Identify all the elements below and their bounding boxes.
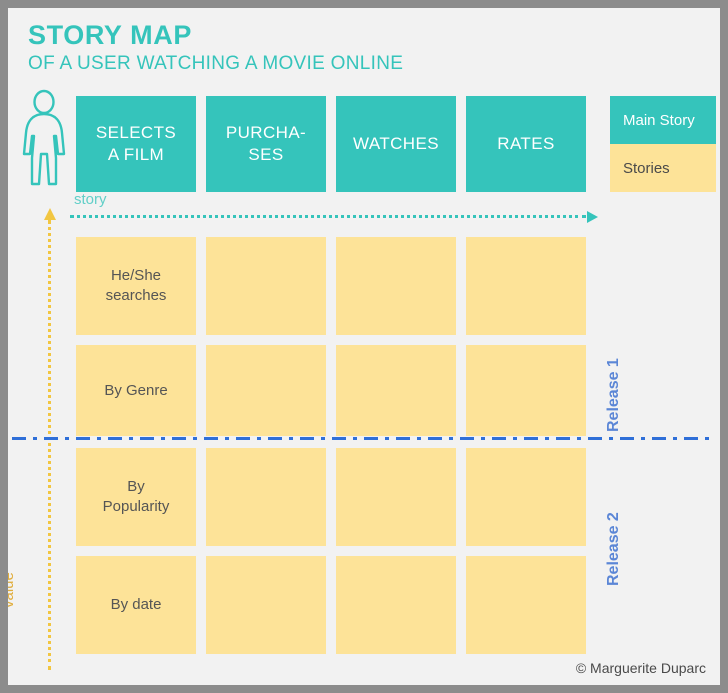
page-subtitle: OF A USER WATCHING A MOVIE ONLINE [28, 53, 404, 74]
story-card[interactable] [466, 237, 586, 335]
story-card[interactable]: He/She searches [76, 237, 196, 335]
main-story-card-label: SELECTS A FILM [95, 123, 177, 164]
story-card[interactable] [206, 345, 326, 436]
main-story-card-watches[interactable]: WATCHES [336, 96, 456, 192]
main-story-card-purchases[interactable]: PURCHA- SES [206, 96, 326, 192]
legend-item-main-story: Main Story [610, 96, 716, 144]
story-card-label: By date [110, 596, 162, 613]
legend-main-story-label: Main Story [623, 111, 695, 129]
story-axis-arrowhead [587, 211, 598, 223]
story-card[interactable]: By Popularity [76, 448, 196, 546]
story-card[interactable] [206, 556, 326, 654]
person-icon [17, 88, 71, 188]
story-card[interactable] [336, 556, 456, 654]
story-card[interactable] [466, 448, 586, 546]
value-axis-label: value [8, 572, 17, 608]
story-axis-label: story [74, 191, 107, 208]
story-card-label: By Popularity [102, 478, 170, 515]
release-1-label: Release 1 [605, 358, 622, 432]
story-axis-line [70, 215, 586, 218]
value-axis-arrowhead [44, 208, 56, 220]
story-card[interactable]: By date [76, 556, 196, 654]
story-card[interactable] [466, 345, 586, 436]
main-story-card-selects-a-film[interactable]: SELECTS A FILM [76, 96, 196, 192]
story-card-label: He/She searches [105, 267, 167, 304]
release-divider [12, 437, 712, 440]
story-card[interactable]: By Genre [76, 345, 196, 436]
arrow-right-dotted-icon [70, 211, 598, 223]
story-card-label: By Genre [104, 381, 168, 399]
story-card[interactable] [336, 237, 456, 335]
story-card[interactable] [206, 237, 326, 335]
legend-item-stories: Stories [610, 144, 716, 192]
value-axis-line [48, 220, 51, 670]
page-title: STORY MAP [28, 20, 192, 50]
release-2-label: Release 2 [605, 512, 622, 586]
copyright-credit: © Marguerite Duparc [575, 660, 706, 676]
main-story-card-rates[interactable]: RATES [466, 96, 586, 192]
main-story-card-label: WATCHES [353, 134, 439, 153]
main-story-card-label: PURCHA- SES [225, 123, 307, 164]
story-card[interactable] [336, 448, 456, 546]
story-card[interactable] [206, 448, 326, 546]
main-story-card-label: RATES [497, 134, 555, 153]
story-map-canvas: STORY MAP OF A USER WATCHING A MOVIE ONL… [8, 8, 720, 685]
legend-stories-label: Stories [623, 159, 670, 177]
story-card[interactable] [336, 345, 456, 436]
story-card[interactable] [466, 556, 586, 654]
